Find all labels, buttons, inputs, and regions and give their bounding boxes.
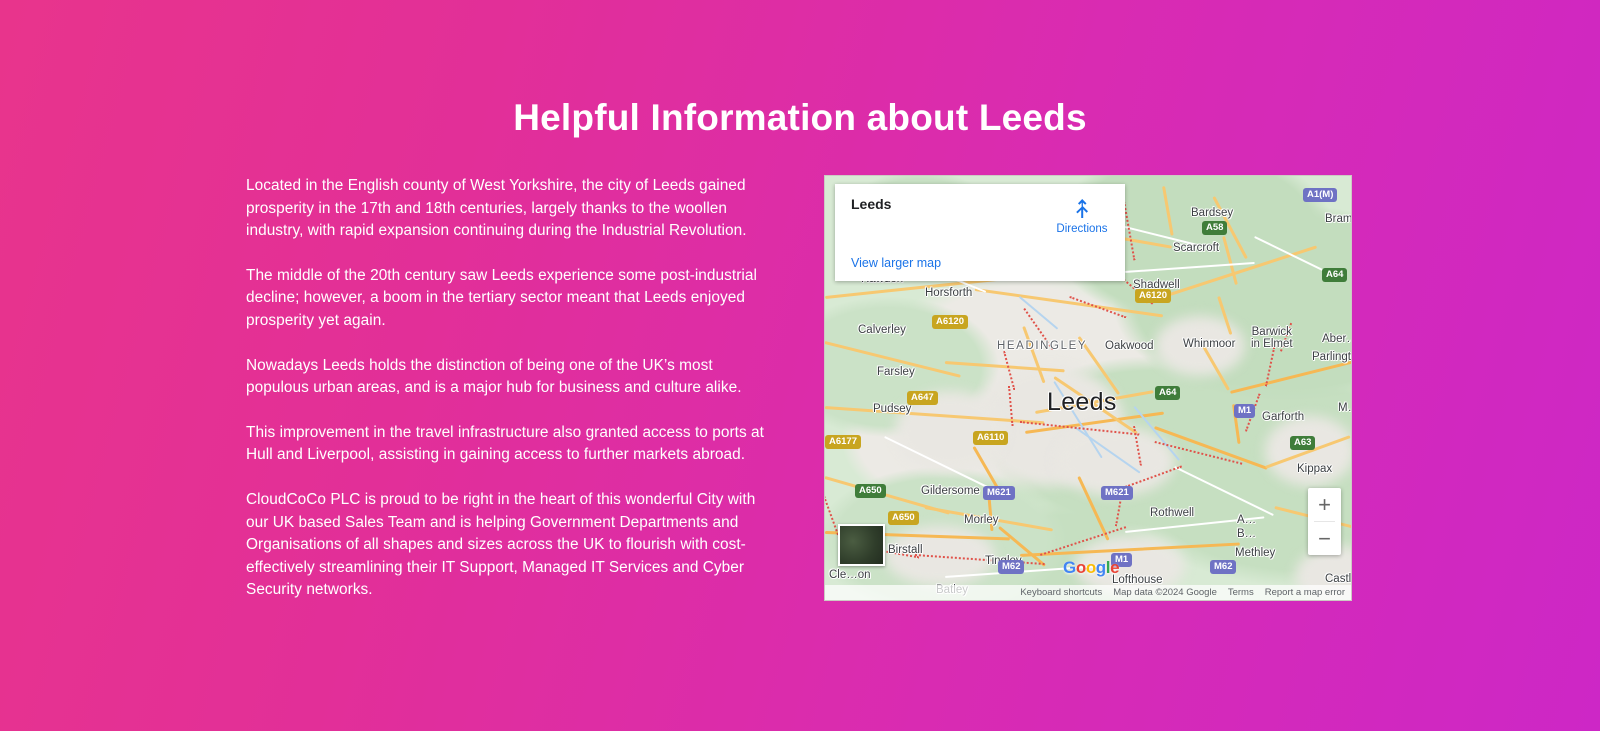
road-shield: A64 xyxy=(1322,268,1348,282)
zoom-controls: + − xyxy=(1308,488,1341,555)
article-paragraph: Located in the English county of West Yo… xyxy=(246,177,747,240)
google-logo-letter: o xyxy=(1075,558,1086,577)
article-paragraph: This improvement in the travel infrastru… xyxy=(246,423,764,464)
road-shield: A64 xyxy=(1155,386,1181,400)
content-columns: Located in the English county of West Yo… xyxy=(0,175,1600,602)
google-logo-letter: g xyxy=(1095,558,1106,577)
road-shield: A1(M) xyxy=(1303,188,1338,202)
road-shield: A6110 xyxy=(973,431,1009,445)
zoom-in-button[interactable]: + xyxy=(1308,488,1341,521)
report-map-error-link[interactable]: Report a map error xyxy=(1265,587,1345,598)
road-shield: M621 xyxy=(1101,486,1133,500)
road-shield: A650 xyxy=(888,511,919,525)
map-attribution-bar: Keyboard shortcuts Map data ©2024 Google… xyxy=(825,585,1351,600)
terms-link[interactable]: Terms xyxy=(1228,587,1254,598)
google-logo[interactable]: Google xyxy=(1063,558,1120,578)
map-column: LeedsHEADINGLEYRawdonHorsforthCalverleyF… xyxy=(824,175,1354,602)
google-map-embed[interactable]: LeedsHEADINGLEYRawdonHorsforthCalverleyF… xyxy=(824,175,1352,601)
satellite-view-thumbnail[interactable] xyxy=(838,524,885,566)
article-paragraph: CloudCoCo PLC is proud to be right in th… xyxy=(246,490,756,599)
keyboard-shortcuts-label[interactable]: Keyboard shortcuts xyxy=(1020,587,1102,598)
road-shield: A6120 xyxy=(1135,289,1171,303)
directions-button[interactable]: Directions xyxy=(1053,197,1111,235)
road-shield: A6120 xyxy=(932,315,968,329)
road-shield: M62 xyxy=(998,560,1025,574)
map-data-label: Map data ©2024 Google xyxy=(1113,587,1217,598)
urban-area xyxy=(1155,316,1245,376)
directions-label: Directions xyxy=(1056,223,1108,235)
road-shield: A650 xyxy=(855,484,886,498)
article-paragraph: Nowadays Leeds holds the distinction of … xyxy=(246,356,742,397)
google-logo-letter: e xyxy=(1110,558,1120,577)
map-info-card: Leeds Directions View larger map xyxy=(835,184,1125,281)
road-shield: M1 xyxy=(1234,404,1256,418)
road-shield: M621 xyxy=(983,486,1015,500)
article-paragraph: The middle of the 20th century saw Leeds… xyxy=(246,266,757,329)
google-logo-letter: G xyxy=(1063,558,1076,577)
road-shield: M62 xyxy=(1210,560,1237,574)
google-logo-letter: o xyxy=(1085,558,1096,577)
road-shield: A63 xyxy=(1290,436,1316,450)
article-column: Located in the English county of West Yo… xyxy=(246,175,776,602)
zoom-out-button[interactable]: − xyxy=(1308,522,1341,555)
road-shield: A647 xyxy=(907,391,938,405)
view-larger-map-link[interactable]: View larger map xyxy=(851,256,941,270)
page-title: Helpful Information about Leeds xyxy=(513,97,1087,138)
road-shield: A6177 xyxy=(825,435,861,449)
road-shield: A58 xyxy=(1202,221,1228,235)
directions-arrow-icon xyxy=(1053,197,1111,221)
